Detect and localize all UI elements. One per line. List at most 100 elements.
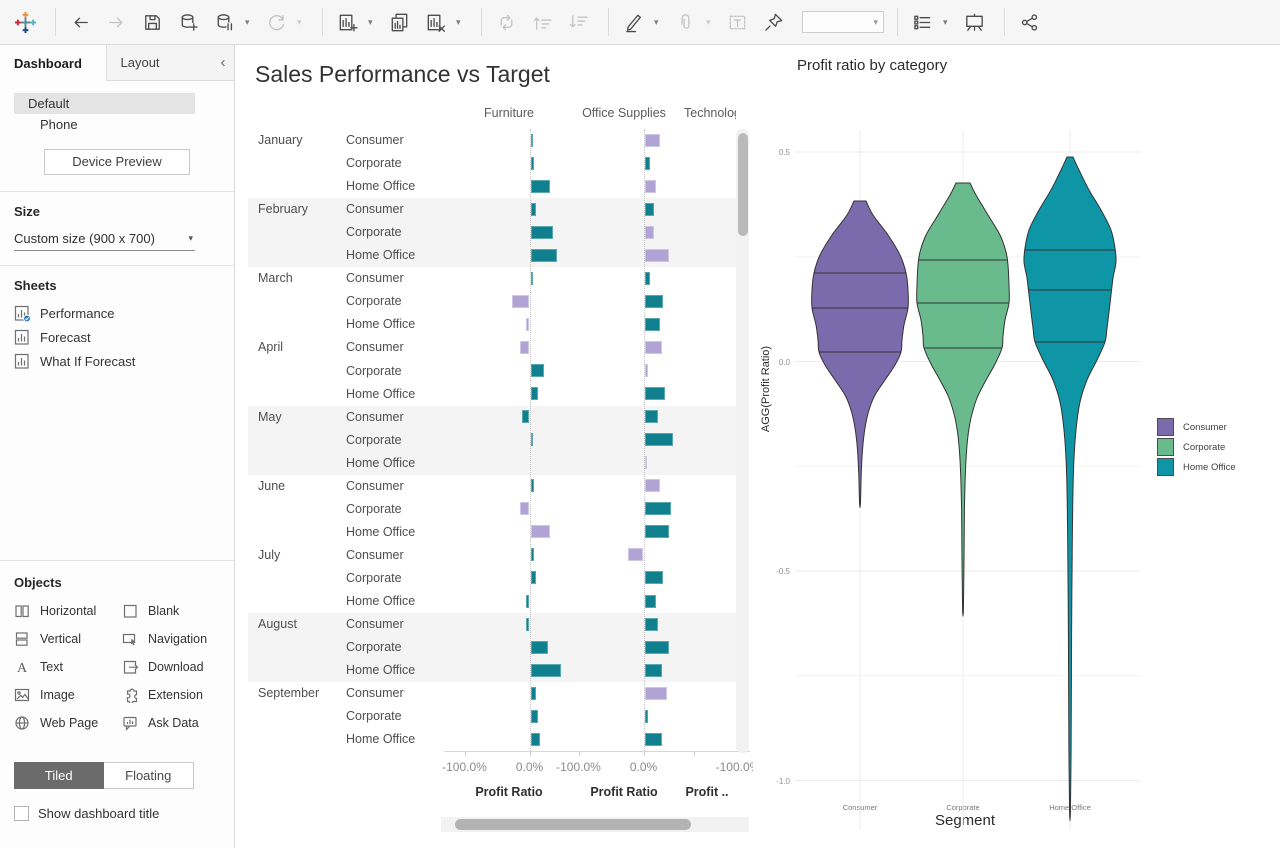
tab-dashboard[interactable]: Dashboard bbox=[0, 45, 106, 81]
object-item-vertical[interactable]: Vertical bbox=[14, 625, 122, 653]
tab-layout[interactable]: Layout bbox=[106, 45, 213, 81]
bar-mark[interactable] bbox=[645, 479, 660, 492]
bar-mark[interactable] bbox=[526, 595, 530, 608]
clear-sheet-dropdown-caret[interactable]: ▾ bbox=[456, 17, 468, 28]
bar-mark[interactable] bbox=[526, 618, 529, 631]
bar-mark[interactable] bbox=[645, 387, 666, 400]
run-update-dropdown-caret[interactable]: ▾ bbox=[297, 17, 309, 28]
bar-mark[interactable] bbox=[531, 180, 551, 193]
bar-mark[interactable] bbox=[531, 134, 533, 147]
checkbox-box[interactable] bbox=[14, 806, 29, 821]
legend-item-corporate[interactable]: Corporate bbox=[1157, 437, 1236, 457]
bar-mark[interactable] bbox=[645, 595, 657, 608]
bar-mark[interactable] bbox=[531, 687, 536, 700]
vertical-scrollbar-thumb[interactable] bbox=[738, 133, 748, 236]
bar-mark[interactable] bbox=[531, 226, 554, 239]
sheet-item-performance[interactable]: Performance bbox=[0, 301, 234, 325]
pause-auto-updates-dropdown-caret[interactable]: ▾ bbox=[245, 17, 257, 28]
object-item-download[interactable]: Download bbox=[122, 653, 230, 681]
bar-mark[interactable] bbox=[645, 410, 658, 423]
size-dropdown[interactable]: Custom size (900 x 700) ▾ bbox=[14, 229, 195, 251]
swap-rows-columns-icon[interactable] bbox=[491, 6, 521, 38]
bar-mark[interactable] bbox=[645, 295, 664, 308]
add-data-source-icon[interactable] bbox=[173, 6, 203, 38]
tiled-button[interactable]: Tiled bbox=[14, 762, 104, 789]
bar-mark[interactable] bbox=[645, 433, 674, 446]
bar-mark[interactable] bbox=[645, 664, 663, 677]
violin-consumer[interactable] bbox=[812, 201, 909, 508]
bar-mark[interactable] bbox=[645, 525, 669, 538]
show-dashboard-title-checkbox[interactable]: Show dashboard title bbox=[14, 806, 159, 821]
bar-mark[interactable] bbox=[531, 479, 535, 492]
bar-mark[interactable] bbox=[645, 733, 662, 746]
floating-button[interactable]: Floating bbox=[104, 762, 195, 789]
new-worksheet-icon[interactable] bbox=[332, 6, 362, 38]
bar-mark[interactable] bbox=[531, 733, 540, 746]
bar-mark[interactable] bbox=[520, 341, 530, 354]
share-workbook-icon[interactable] bbox=[1014, 6, 1044, 38]
bar-mark[interactable] bbox=[531, 548, 534, 561]
legend-item-home-office[interactable]: Home Office bbox=[1157, 457, 1236, 477]
bar-mark[interactable] bbox=[531, 272, 533, 285]
bar-mark[interactable] bbox=[522, 410, 529, 423]
device-item-default[interactable]: Default bbox=[14, 93, 195, 114]
sort-descending-icon[interactable] bbox=[563, 6, 593, 38]
bar-mark[interactable] bbox=[628, 548, 644, 561]
group-members-icon[interactable] bbox=[670, 6, 700, 38]
highlight-icon[interactable] bbox=[618, 6, 648, 38]
bar-mark[interactable] bbox=[645, 203, 655, 216]
bar-mark[interactable] bbox=[645, 341, 662, 354]
bar-mark[interactable] bbox=[531, 525, 551, 538]
bar-mark[interactable] bbox=[531, 387, 538, 400]
bar-mark[interactable] bbox=[531, 433, 533, 446]
text-label-icon[interactable] bbox=[722, 6, 752, 38]
bar-mark[interactable] bbox=[520, 502, 530, 515]
show-hide-cards-icon[interactable] bbox=[907, 6, 937, 38]
highlight-dropdown-caret[interactable]: ▾ bbox=[654, 17, 666, 28]
toolbar-combobox[interactable]: ▾ bbox=[802, 11, 884, 33]
bar-mark[interactable] bbox=[526, 318, 529, 331]
bar-mark[interactable] bbox=[531, 364, 544, 377]
group-members-dropdown-caret[interactable]: ▾ bbox=[706, 17, 718, 28]
new-worksheet-dropdown-caret[interactable]: ▾ bbox=[368, 17, 380, 28]
sidebar-collapse-button[interactable]: ‹ bbox=[212, 45, 234, 81]
bar-mark[interactable] bbox=[531, 641, 549, 654]
sheet-item-forecast[interactable]: Forecast bbox=[0, 325, 234, 349]
object-item-navigation[interactable]: Navigation bbox=[122, 625, 230, 653]
device-preview-button[interactable]: Device Preview bbox=[44, 149, 190, 175]
object-item-web-page[interactable]: Web Page bbox=[14, 709, 122, 737]
show-hide-cards-dropdown-caret[interactable]: ▾ bbox=[943, 17, 955, 28]
bar-mark[interactable] bbox=[531, 571, 536, 584]
object-item-text[interactable]: AText bbox=[14, 653, 122, 681]
sheet-item-what-if-forecast[interactable]: What If Forecast bbox=[0, 349, 234, 373]
bar-mark[interactable] bbox=[645, 571, 664, 584]
bar-mark[interactable] bbox=[645, 641, 670, 654]
bar-mark[interactable] bbox=[645, 710, 648, 723]
object-item-extension[interactable]: Extension bbox=[122, 681, 230, 709]
pause-auto-updates-icon[interactable] bbox=[209, 6, 239, 38]
bar-mark[interactable] bbox=[645, 364, 648, 377]
bar-mark[interactable] bbox=[645, 687, 667, 700]
object-item-ask-data[interactable]: Ask Data bbox=[122, 709, 230, 737]
bar-mark[interactable] bbox=[531, 249, 557, 262]
bar-mark[interactable] bbox=[645, 502, 672, 515]
bar-mark[interactable] bbox=[645, 272, 650, 285]
bar-mark[interactable] bbox=[645, 134, 660, 147]
horizontal-scrollbar-thumb[interactable] bbox=[455, 819, 691, 830]
presentation-mode-icon[interactable] bbox=[959, 6, 989, 38]
run-update-icon[interactable] bbox=[261, 6, 291, 38]
legend-item-consumer[interactable]: Consumer bbox=[1157, 417, 1236, 437]
sort-ascending-icon[interactable] bbox=[527, 6, 557, 38]
fix-axes-icon[interactable] bbox=[758, 6, 788, 38]
bar-mark[interactable] bbox=[645, 226, 655, 239]
bar-mark[interactable] bbox=[645, 180, 656, 193]
undo-icon[interactable] bbox=[65, 6, 95, 38]
bar-mark[interactable] bbox=[645, 618, 659, 631]
redo-icon[interactable] bbox=[101, 6, 131, 38]
bar-mark[interactable] bbox=[645, 249, 669, 262]
bar-mark[interactable] bbox=[531, 710, 539, 723]
save-icon[interactable] bbox=[137, 6, 167, 38]
bar-mark[interactable] bbox=[645, 318, 661, 331]
bar-mark[interactable] bbox=[645, 157, 650, 170]
object-item-image[interactable]: Image bbox=[14, 681, 122, 709]
